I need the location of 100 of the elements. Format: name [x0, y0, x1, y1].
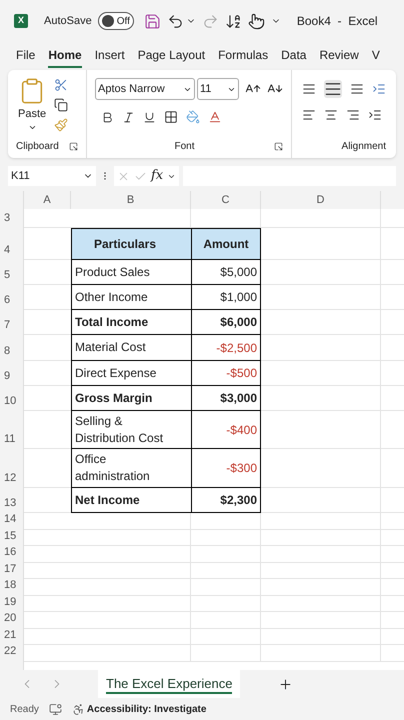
- row-header[interactable]: 10: [0, 386, 24, 411]
- row-header[interactable]: 20: [0, 612, 24, 628]
- row-header[interactable]: 14: [0, 513, 24, 530]
- empty-cell: [191, 612, 261, 628]
- menu-tab[interactable]: Home: [48, 44, 82, 68]
- table-cell: $1,000: [191, 285, 261, 310]
- row-header[interactable]: 21: [0, 628, 24, 645]
- menu-tab[interactable]: Data: [281, 44, 306, 68]
- row-header[interactable]: 17: [0, 562, 24, 579]
- table-cell: -$2,500: [191, 335, 261, 361]
- font-color-icon[interactable]: [208, 110, 222, 124]
- row-header[interactable]: 19: [0, 596, 24, 612]
- add-sheet-icon[interactable]: [278, 676, 294, 692]
- font-name-field[interactable]: Aptos Narrow: [95, 78, 195, 100]
- row-header[interactable]: 16: [0, 546, 24, 562]
- table-cell: -$400: [191, 411, 261, 449]
- group-label: Alignment: [340, 140, 386, 154]
- table-cell: $6,000: [191, 310, 261, 335]
- brush-icon[interactable]: [54, 118, 68, 132]
- menu-tab[interactable]: Insert: [94, 44, 125, 68]
- table-cell: $3,000: [191, 386, 261, 411]
- launcher-icon[interactable]: [69, 142, 78, 151]
- empty-cell: [191, 645, 261, 662]
- table-cell: Direct Expense: [71, 361, 191, 386]
- copy-icon[interactable]: [54, 98, 68, 112]
- column-header[interactable]: D: [261, 191, 381, 209]
- row-header[interactable]: 3: [0, 209, 24, 228]
- menu-tab[interactable]: Page Layout: [138, 44, 206, 68]
- app-logo-icon: X: [14, 14, 28, 28]
- bold-icon[interactable]: [101, 110, 114, 124]
- column-header[interactable]: C: [191, 191, 261, 209]
- menu-tab[interactable]: File: [16, 44, 36, 68]
- table-cell: $5,000: [191, 260, 261, 285]
- table-cell: Net Income: [71, 488, 191, 513]
- table-cell: Product Sales: [71, 260, 191, 285]
- scissors-icon[interactable]: [54, 78, 68, 92]
- accessibility-status[interactable]: Accessibility: Investigate: [86, 702, 206, 716]
- row-header[interactable]: 11: [0, 411, 24, 449]
- column-heading: Amount: [191, 228, 261, 260]
- borders-icon[interactable]: [164, 110, 178, 124]
- table-cell: Selling & Distribution Cost: [71, 411, 191, 449]
- undo-icon[interactable]: [166, 12, 184, 30]
- accessibility-icon[interactable]: [72, 702, 85, 716]
- indent-icon[interactable]: [368, 108, 382, 122]
- name-box[interactable]: K11: [8, 166, 96, 186]
- fill-color-icon[interactable]: [186, 110, 200, 124]
- group-label: Clipboard: [16, 140, 59, 154]
- table-cell: -$500: [191, 361, 261, 386]
- row-header[interactable]: 15: [0, 530, 24, 546]
- align-right-icon[interactable]: [346, 108, 360, 122]
- table-cell: Gross Margin: [71, 386, 191, 411]
- paste-button[interactable]: Paste: [18, 76, 46, 139]
- row-header[interactable]: 12: [0, 449, 24, 488]
- empty-cell: [191, 530, 261, 546]
- table-cell: $2,300: [191, 488, 261, 513]
- menu-tab[interactable]: Review: [319, 44, 359, 68]
- sort-icon[interactable]: [224, 12, 242, 30]
- row-header[interactable]: 6: [0, 285, 24, 310]
- italic-icon[interactable]: [122, 110, 135, 124]
- align-center-icon[interactable]: [324, 108, 338, 122]
- table-cell: Material Cost: [71, 335, 191, 361]
- group-label: Font: [174, 140, 194, 154]
- function-button[interactable]: fx: [151, 166, 164, 186]
- empty-cell: [191, 513, 261, 530]
- autosave-label: AutoSave: [44, 14, 92, 29]
- table-cell: -$300: [191, 449, 261, 488]
- menu-tab[interactable]: V: [372, 44, 380, 68]
- empty-cell: [191, 562, 261, 579]
- column-header[interactable]: A: [24, 191, 71, 209]
- status-text: Ready: [10, 702, 39, 716]
- row-header[interactable]: 18: [0, 579, 24, 596]
- empty-cell: [191, 546, 261, 562]
- row-header[interactable]: 9: [0, 361, 24, 386]
- orientation-icon[interactable]: [372, 82, 386, 96]
- empty-cell: [191, 579, 261, 596]
- align-top-icon[interactable]: [302, 82, 316, 96]
- empty-cell: [191, 596, 261, 612]
- launcher-icon[interactable]: [274, 142, 283, 151]
- align-middle-icon[interactable]: [324, 80, 342, 98]
- row-header[interactable]: 5: [0, 260, 24, 285]
- row-header[interactable]: 7: [0, 310, 24, 335]
- underline-icon[interactable]: [143, 110, 156, 124]
- row-header[interactable]: 22: [0, 645, 24, 662]
- sheet-tab[interactable]: The Excel Experience: [98, 670, 240, 698]
- autosave-toggle[interactable]: Off: [98, 12, 134, 30]
- table-cell: Office administration: [71, 449, 191, 488]
- row-header[interactable]: 8: [0, 335, 24, 361]
- font-size-field[interactable]: 11: [197, 78, 239, 100]
- touch-icon[interactable]: [248, 12, 265, 30]
- row-header[interactable]: 13: [0, 488, 24, 513]
- table-cell: Other Income: [71, 285, 191, 310]
- column-heading: Particulars: [71, 228, 191, 260]
- align-bottom-icon[interactable]: [350, 82, 364, 96]
- empty-cell: [191, 628, 261, 645]
- save-icon[interactable]: [144, 12, 161, 30]
- column-header[interactable]: B: [71, 191, 191, 209]
- align-left-icon[interactable]: [302, 108, 316, 122]
- table-cell: Total Income: [71, 310, 191, 335]
- menu-tab[interactable]: Formulas: [218, 44, 268, 68]
- row-header[interactable]: 4: [0, 228, 24, 260]
